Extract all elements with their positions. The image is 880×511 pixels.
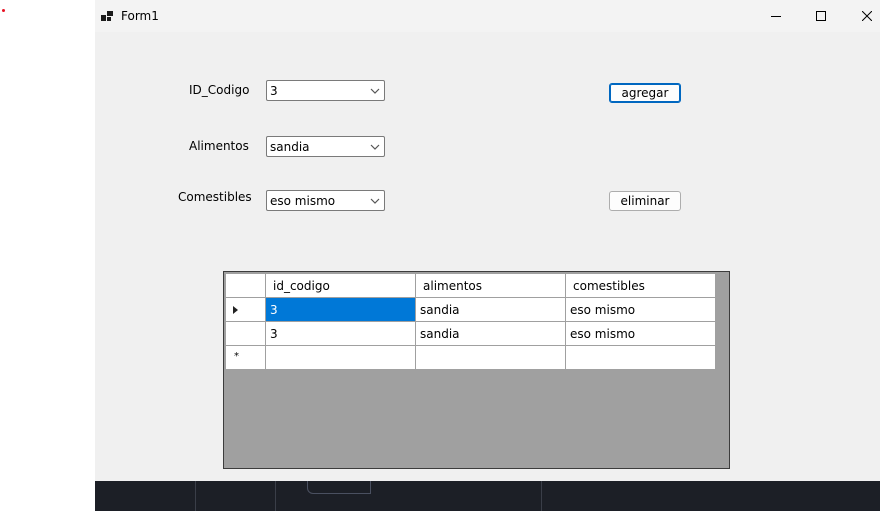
grid-cell[interactable]: eso mismo bbox=[565, 297, 716, 322]
agregar-button[interactable]: agregar bbox=[609, 83, 681, 103]
grid-cell[interactable]: 3 bbox=[265, 297, 416, 322]
taskbar-divider bbox=[275, 481, 276, 511]
maximize-button[interactable] bbox=[798, 0, 844, 32]
chevron-down-icon[interactable] bbox=[370, 87, 380, 95]
table-row[interactable]: 3 sandia eso mismo bbox=[225, 297, 716, 322]
close-button[interactable] bbox=[844, 0, 880, 32]
title-bar[interactable]: Form1 bbox=[95, 0, 880, 32]
taskbar-divider bbox=[541, 481, 542, 511]
data-grid-table: id_codigo alimentos comestibles 3 sandia… bbox=[225, 273, 716, 370]
minimize-icon bbox=[771, 16, 781, 17]
table-row[interactable]: 3 sandia eso mismo bbox=[225, 321, 716, 346]
comestibles-value: eso mismo bbox=[270, 194, 336, 208]
grid-cell[interactable]: eso mismo bbox=[565, 321, 716, 346]
grid-cell[interactable] bbox=[415, 345, 566, 370]
id-codigo-combobox[interactable]: 3 bbox=[266, 80, 385, 101]
close-icon bbox=[862, 11, 872, 21]
alimentos-value: sandia bbox=[270, 140, 310, 154]
label-comestibles: Comestibles bbox=[178, 190, 252, 204]
chevron-down-icon[interactable] bbox=[370, 197, 380, 205]
row-header[interactable] bbox=[225, 297, 266, 322]
row-pointer-icon bbox=[233, 306, 238, 314]
background-taskbar bbox=[95, 481, 880, 511]
comestibles-combobox[interactable]: eso mismo bbox=[266, 190, 385, 211]
column-header-comestibles[interactable]: comestibles bbox=[565, 273, 716, 298]
minimize-button[interactable] bbox=[753, 0, 799, 32]
grid-cell[interactable]: 3 bbox=[265, 321, 416, 346]
eliminar-button[interactable]: eliminar bbox=[609, 191, 681, 211]
column-header-id-codigo[interactable]: id_codigo bbox=[265, 273, 416, 298]
label-id-codigo: ID_Codigo bbox=[189, 83, 250, 97]
background-marker bbox=[2, 9, 5, 12]
chevron-down-icon[interactable] bbox=[370, 143, 380, 151]
form-window: Form1 ID_Codigo Alimentos Comestibles 3 … bbox=[95, 0, 880, 481]
grid-cell[interactable]: sandia bbox=[415, 297, 566, 322]
taskbar-divider bbox=[195, 481, 196, 511]
column-header-alimentos[interactable]: alimentos bbox=[415, 273, 566, 298]
label-alimentos: Alimentos bbox=[189, 139, 249, 153]
form-icon bbox=[101, 11, 113, 21]
taskbar-tab bbox=[307, 481, 371, 494]
window-title: Form1 bbox=[121, 9, 159, 23]
new-row[interactable]: * bbox=[225, 345, 716, 370]
row-header-corner[interactable] bbox=[225, 273, 266, 298]
row-header[interactable] bbox=[225, 321, 266, 346]
new-row-header[interactable]: * bbox=[225, 345, 266, 370]
grid-cell[interactable] bbox=[565, 345, 716, 370]
grid-cell[interactable] bbox=[265, 345, 416, 370]
alimentos-combobox[interactable]: sandia bbox=[266, 136, 385, 157]
new-row-marker: * bbox=[234, 351, 239, 362]
grid-cell[interactable]: sandia bbox=[415, 321, 566, 346]
id-codigo-value: 3 bbox=[270, 84, 278, 98]
header-row: id_codigo alimentos comestibles bbox=[225, 273, 716, 298]
maximize-icon bbox=[816, 11, 826, 21]
data-grid[interactable]: id_codigo alimentos comestibles 3 sandia… bbox=[223, 271, 730, 469]
